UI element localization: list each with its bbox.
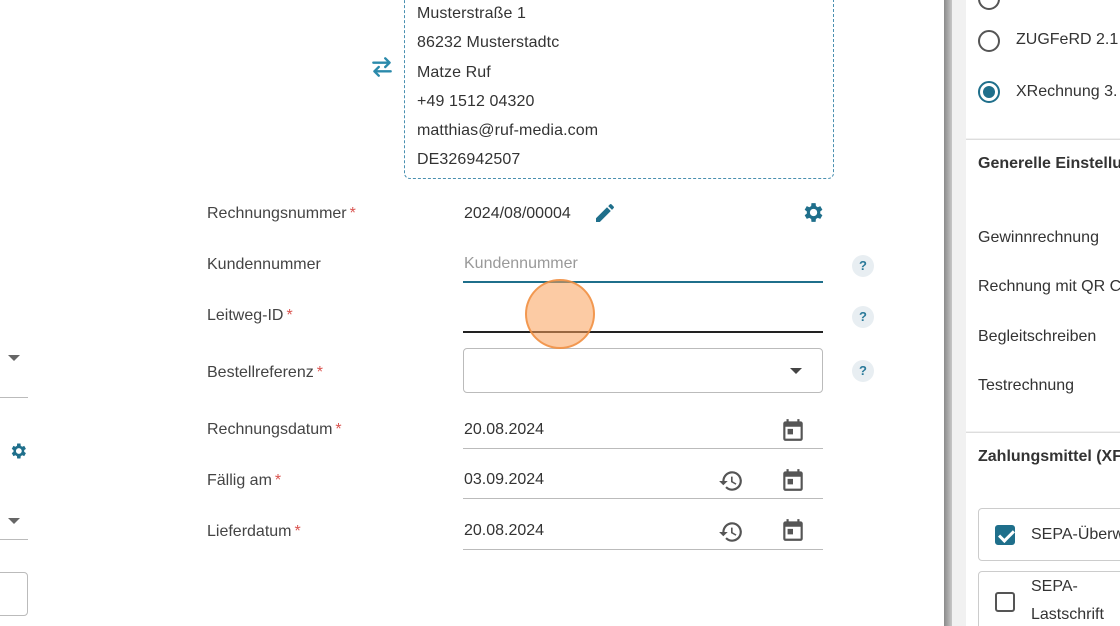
customer-number-label: Kundennummer: [207, 256, 321, 273]
address-card[interactable]: Musterstraße 1 86232 Musterstadtc Matze …: [404, 0, 834, 179]
setting-gewinnrechnung[interactable]: Gewinnrechnung: [978, 229, 1099, 247]
address-email: matthias@ruf-media.com: [417, 122, 599, 140]
panel-divider[interactable]: [944, 0, 952, 626]
leitweg-id-label: Leitweg-ID *: [207, 307, 293, 324]
pencil-icon[interactable]: [593, 201, 617, 225]
address-street: Musterstraße 1: [417, 5, 526, 22]
due-date-label: Fällig am *: [207, 472, 282, 489]
checkbox-unchecked[interactable]: [995, 592, 1015, 612]
invoice-date-underline: [463, 448, 823, 449]
address-vat-id: DE326942507: [417, 151, 521, 169]
click-indicator: [525, 279, 595, 349]
payment-sepa-transfer-label: SEPA-Überw: [1031, 526, 1120, 543]
history-icon[interactable]: [718, 519, 744, 545]
chevron-down-icon: [790, 368, 802, 374]
address-contact-name: Matze Ruf: [417, 63, 491, 81]
swap-arrows-icon[interactable]: [369, 54, 395, 80]
due-date-input[interactable]: 03.09.2024: [464, 471, 544, 489]
due-date-underline: [463, 498, 823, 499]
radio-xrechnung-label: XRechnung 3.: [1016, 83, 1118, 100]
chevron-down-icon[interactable]: [8, 355, 20, 361]
invoice-number-value: 2024/08/00004: [464, 205, 571, 222]
payment-sepa-debit[interactable]: SEPA- Lastschrift: [978, 571, 1120, 626]
help-icon[interactable]: ?: [852, 255, 874, 277]
radio-zugferd[interactable]: [978, 30, 1000, 52]
input-box[interactable]: [0, 572, 28, 616]
gear-icon[interactable]: [8, 441, 28, 461]
calendar-icon[interactable]: [780, 417, 806, 443]
order-reference-select[interactable]: [463, 348, 823, 393]
delivery-date-label: Lieferdatum *: [207, 523, 301, 540]
payment-methods-title: Zahlungsmittel (XF: [978, 448, 1120, 465]
radio-zugferd-label: ZUGFeRD 2.1: [1016, 31, 1119, 48]
left-panel-edge: [0, 0, 40, 626]
address-phone: +49 1512 04320: [417, 92, 535, 110]
invoice-date-label: Rechnungsdatum *: [207, 421, 342, 438]
invoice-number-label: Rechnungsnummer *: [207, 205, 356, 222]
radio-xrechnung[interactable]: [978, 81, 1000, 103]
setting-begleitschreiben[interactable]: Begleitschreiben: [978, 328, 1096, 346]
delivery-date-underline: [463, 549, 823, 550]
order-reference-label: Bestellreferenz *: [207, 364, 323, 381]
history-icon[interactable]: [718, 468, 744, 494]
customer-number-underline: [463, 281, 823, 283]
chevron-down-icon[interactable]: [8, 518, 20, 524]
address-city: 86232 Musterstadtc: [417, 34, 560, 52]
checkbox-checked[interactable]: [995, 525, 1015, 545]
setting-qr-code[interactable]: Rechnung mit QR C: [978, 278, 1120, 296]
general-settings-title: Generelle Einstellu: [978, 155, 1120, 172]
payment-sepa-debit-label-line1: SEPA-: [1031, 578, 1078, 595]
customer-number-input[interactable]: Kundennummer: [464, 255, 578, 273]
payment-sepa-debit-label-line2: Lastschrift: [1031, 606, 1104, 623]
calendar-icon[interactable]: [780, 517, 806, 543]
field-underline: [0, 539, 28, 540]
calendar-icon[interactable]: [780, 467, 806, 493]
payment-sepa-transfer[interactable]: SEPA-Überw: [978, 508, 1120, 561]
leitweg-id-input[interactable]: [463, 331, 823, 333]
field-underline: [0, 397, 28, 398]
delivery-date-input[interactable]: 20.08.2024: [464, 522, 544, 540]
invoice-date-input[interactable]: 20.08.2024: [464, 421, 544, 439]
setting-testrechnung[interactable]: Testrechnung: [978, 377, 1074, 395]
help-icon[interactable]: ?: [852, 306, 874, 328]
help-icon[interactable]: ?: [852, 360, 874, 382]
gear-icon[interactable]: [800, 200, 825, 225]
format-card: [966, 0, 1120, 138]
